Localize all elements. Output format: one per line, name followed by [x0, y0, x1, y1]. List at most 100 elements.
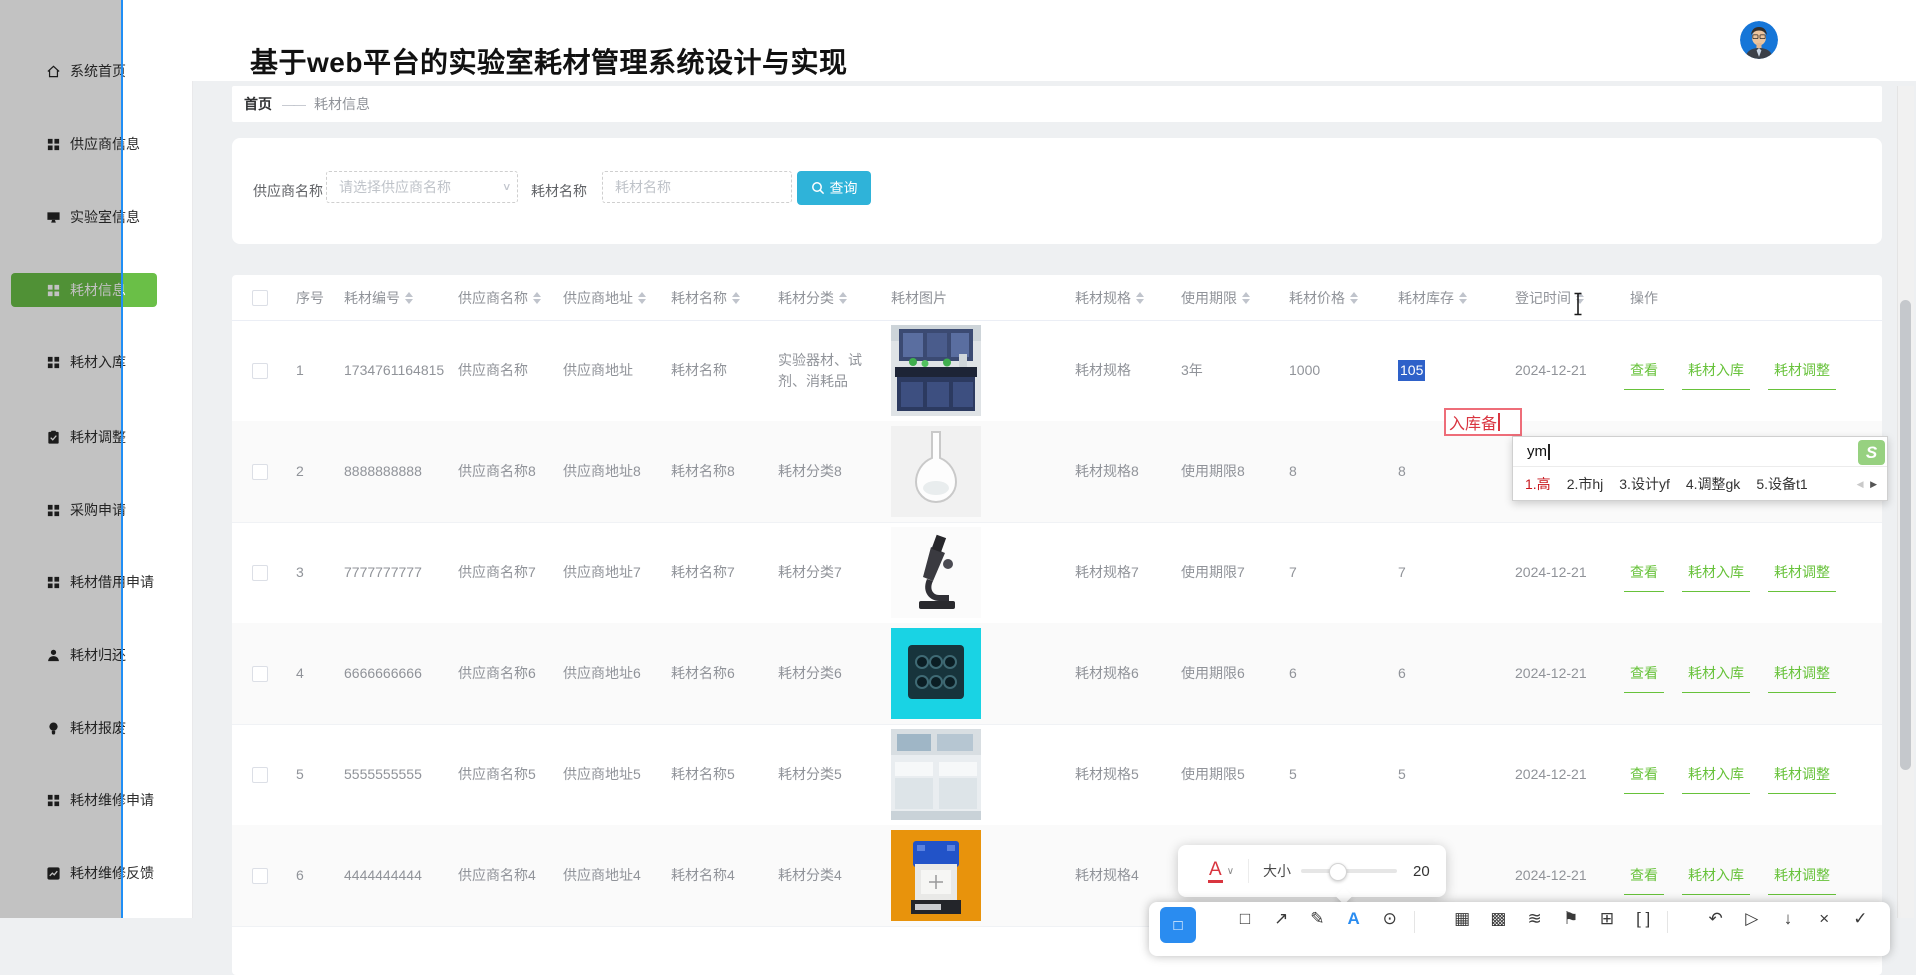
column-header-price[interactable]: 耗材价格 — [1289, 275, 1358, 320]
keyword-input[interactable] — [602, 171, 792, 203]
cursor-tool-icon[interactable]: ▷ — [1740, 909, 1764, 929]
sort-icon[interactable] — [533, 292, 541, 304]
chevron-down-icon[interactable]: ∨ — [502, 181, 512, 194]
action-view-button[interactable]: 查看 — [1630, 562, 1658, 583]
column-header-spec[interactable]: 耗材规格 — [1075, 275, 1144, 320]
download-tool-icon[interactable]: ↓ — [1776, 909, 1800, 929]
sort-icon[interactable] — [638, 292, 646, 304]
selected-tool-rectangle[interactable]: □ — [1160, 907, 1196, 943]
blur-tool-icon[interactable]: ▩ — [1486, 909, 1510, 929]
row-checkbox[interactable] — [252, 666, 268, 682]
action-adjust-button[interactable]: 耗材调整 — [1774, 562, 1830, 583]
row-checkbox[interactable] — [252, 868, 268, 884]
row-checkbox[interactable] — [252, 464, 268, 480]
action-stock-in-button[interactable]: 耗材入库 — [1688, 360, 1744, 381]
column-label: 耗材图片 — [891, 288, 947, 308]
consumable-image-microscope[interactable] — [891, 527, 981, 618]
arrow-tool-icon[interactable]: ↗ — [1269, 909, 1293, 929]
frame-tool-icon[interactable]: ⊞ — [1595, 909, 1619, 929]
sort-icon[interactable] — [1136, 292, 1144, 304]
action-view-button[interactable]: 查看 — [1630, 865, 1658, 886]
supplier-select[interactable] — [326, 171, 518, 203]
row-checkbox[interactable] — [252, 363, 268, 379]
ime-candidate-5[interactable]: 5.设备t1 — [1756, 474, 1807, 494]
action-adjust-button[interactable]: 耗材调整 — [1774, 360, 1830, 381]
consumable-image-lab-bench[interactable] — [891, 325, 981, 416]
pin-tool-icon[interactable]: ⚑ — [1559, 909, 1583, 929]
select-all-checkbox[interactable] — [252, 290, 268, 306]
consumable-image-laboratory-room[interactable] — [891, 729, 981, 820]
cell-spec: 耗材规格6 — [1075, 623, 1175, 724]
action-view-button[interactable]: 查看 — [1630, 360, 1658, 381]
marks-tool-icon[interactable]: ≋ — [1523, 909, 1547, 929]
screenshot-selection-line[interactable] — [121, 0, 123, 918]
action-stock-in-button[interactable]: 耗材入库 — [1688, 663, 1744, 684]
ime-candidate-1[interactable]: 1.高 — [1525, 474, 1551, 494]
sort-icon[interactable] — [1242, 292, 1250, 304]
slider-handle[interactable] — [1329, 863, 1347, 881]
query-button[interactable]: 查询 — [797, 171, 871, 205]
undo-tool-icon[interactable]: ↶ — [1704, 909, 1728, 929]
column-header-supplier[interactable]: 供应商名称 — [458, 275, 541, 320]
cell-image — [891, 522, 1011, 623]
sort-icon[interactable] — [1459, 292, 1467, 304]
cell-spec: 耗材规格 — [1075, 320, 1175, 421]
ime-candidate-2[interactable]: 2.市hj — [1567, 474, 1604, 494]
column-header-address[interactable]: 供应商地址 — [563, 275, 646, 320]
column-header-category[interactable]: 耗材分类 — [778, 275, 847, 320]
column-label: 序号 — [296, 288, 324, 308]
chevron-down-icon[interactable]: ∨ — [1227, 866, 1234, 877]
action-stock-in-button[interactable]: 耗材入库 — [1688, 764, 1744, 785]
action-view-button[interactable]: 查看 — [1630, 764, 1658, 785]
cell-date: 2024-12-21 — [1515, 724, 1627, 825]
action-adjust-button[interactable]: 耗材调整 — [1774, 865, 1830, 886]
column-header-stock[interactable]: 耗材库存 — [1398, 275, 1467, 320]
pen-tool-icon[interactable]: ✎ — [1305, 909, 1329, 929]
cell-supplier: 供应商名称6 — [458, 623, 558, 724]
search-panel: 供应商名称 ∨ 耗材名称 查询 — [232, 138, 1882, 244]
font-color-tool[interactable]: A — [1208, 860, 1223, 883]
cell-ops: 查看 耗材入库 耗材调整 — [1630, 320, 1882, 421]
cell-image — [891, 623, 1011, 724]
emoji-tool-icon[interactable]: ⊙ — [1378, 909, 1402, 929]
action-view-button[interactable]: 查看 — [1630, 663, 1658, 684]
avatar[interactable] — [1740, 21, 1778, 59]
confirm-tool-icon[interactable]: ✓ — [1848, 909, 1872, 929]
mosaic-tool-icon[interactable]: ▦ — [1450, 909, 1474, 929]
sort-icon[interactable] — [405, 292, 413, 304]
ime-candidate-3[interactable]: 3.设计yf — [1619, 474, 1670, 494]
scrollbar-thumb[interactable] — [1900, 300, 1911, 770]
action-stock-in-button[interactable]: 耗材入库 — [1688, 562, 1744, 583]
close-tool-icon[interactable]: × — [1812, 909, 1836, 929]
column-header-code[interactable]: 耗材编号 — [344, 275, 413, 320]
consumable-image-volumetric-flask[interactable] — [891, 426, 981, 517]
sort-icon[interactable] — [839, 292, 847, 304]
row-checkbox[interactable] — [252, 767, 268, 783]
column-header-period[interactable]: 使用期限 — [1181, 275, 1250, 320]
action-adjust-button[interactable]: 耗材调整 — [1774, 663, 1830, 684]
sort-icon[interactable] — [1350, 292, 1358, 304]
action-stock-in-button[interactable]: 耗材入库 — [1688, 865, 1744, 886]
font-size-slider[interactable] — [1301, 869, 1397, 873]
consumables-table: 序号耗材编号供应商名称供应商地址耗材名称耗材分类耗材图片耗材规格使用期限耗材价格… — [232, 275, 1882, 975]
consumable-image-instrument-cyan[interactable] — [891, 628, 981, 719]
ime-candidate-4[interactable]: 4.调整gk — [1686, 474, 1740, 494]
rectangle-tool-icon[interactable]: □ — [1233, 909, 1257, 929]
action-adjust-button[interactable]: 耗材调整 — [1774, 764, 1830, 785]
breadcrumb-home[interactable]: 首页 — [244, 94, 272, 114]
cell-stock: 6 — [1398, 623, 1508, 724]
text-tool-icon[interactable]: A — [1342, 909, 1366, 929]
vertical-scrollbar[interactable] — [1897, 86, 1914, 918]
cell-period: 使用期限7 — [1181, 522, 1283, 623]
cell-supplier: 供应商名称4 — [458, 825, 558, 926]
column-header-name[interactable]: 耗材名称 — [671, 275, 740, 320]
brackets-tool-icon[interactable]: [ ] — [1631, 909, 1655, 929]
row-checkbox[interactable] — [252, 565, 268, 581]
annotation-text-box[interactable]: 入库备 — [1444, 408, 1522, 436]
sort-icon[interactable] — [732, 292, 740, 304]
cell-name: 耗材名称8 — [671, 421, 771, 522]
ime-prev-page-icon[interactable]: ◀ — [1857, 479, 1866, 489]
cell-image — [891, 724, 1011, 825]
consumable-image-muffle-furnace[interactable] — [891, 830, 981, 921]
ime-next-page-icon[interactable]: ▶ — [1870, 479, 1879, 489]
